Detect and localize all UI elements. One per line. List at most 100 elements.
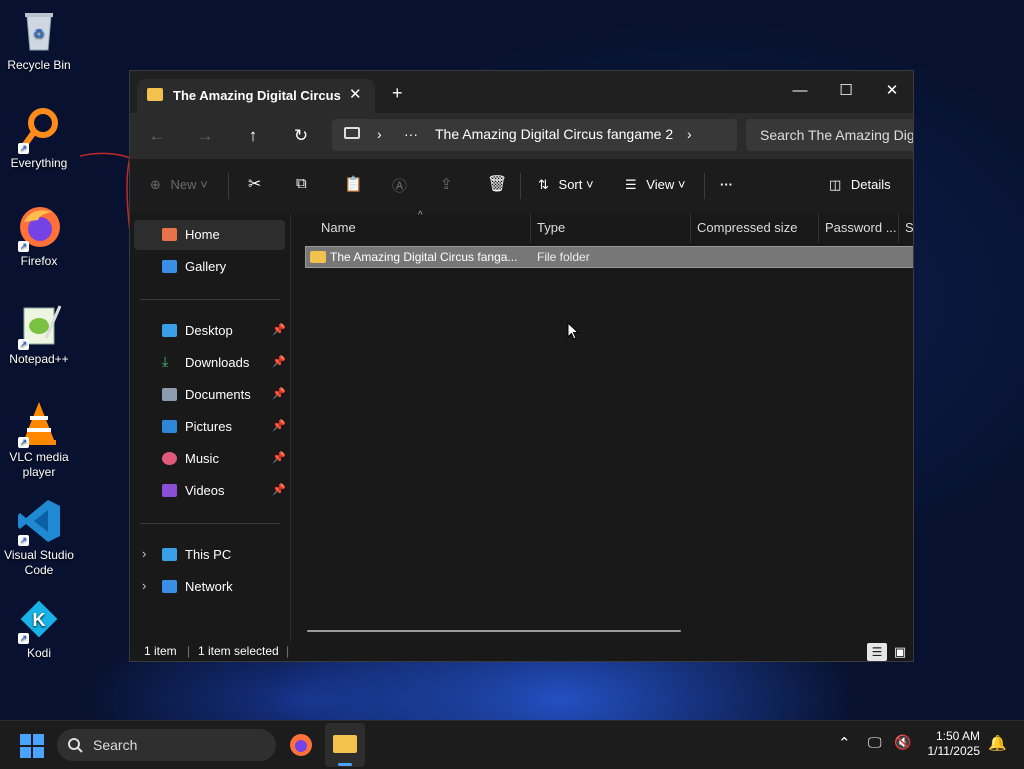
sort-icon: ⇅ <box>538 177 549 192</box>
firefox-taskbar-icon[interactable] <box>289 733 313 757</box>
tab-current-folder[interactable]: The Amazing Digital Circus far ✕ <box>137 79 375 113</box>
everything-icon: ↗ <box>16 106 62 154</box>
minimize-button[interactable]: — <box>777 77 823 105</box>
expand-chevron-icon[interactable]: › <box>142 578 146 593</box>
back-arrow-icon[interactable]: ← <box>143 123 171 149</box>
table-row[interactable]: The Amazing Digital Circus fanga... File… <box>305 246 913 268</box>
column-separator[interactable] <box>690 214 691 242</box>
pin-icon: 📌 <box>272 356 286 368</box>
nav-divider <box>140 299 280 300</box>
column-separator[interactable] <box>898 214 899 242</box>
file-explorer-window: The Amazing Digital Circus far ✕ + — ☐ ✕… <box>129 70 914 662</box>
svg-text:♻: ♻ <box>33 26 45 41</box>
nav-item-videos[interactable]: Videos 📌 <box>134 476 286 506</box>
maximize-button[interactable]: ☐ <box>823 77 869 105</box>
new-tab-button[interactable]: + <box>392 84 403 102</box>
desktop-icon-vlc[interactable]: ↗ VLC media player <box>0 400 78 480</box>
column-header-type[interactable]: Type <box>537 214 565 242</box>
show-hidden-icons-chevron-icon[interactable]: ⌃ <box>838 734 851 752</box>
rename-icon[interactable]: Ⓐ <box>392 175 407 196</box>
copy-icon[interactable]: ⧉ <box>296 175 307 192</box>
svg-text:K: K <box>33 610 46 630</box>
search-box[interactable]: Search The Amazing Digi <box>746 119 913 151</box>
desktop-icon-notepad-plus-plus[interactable]: ↗ Notepad++ <box>0 302 78 367</box>
breadcrumb-separator-icon[interactable]: › <box>377 126 382 142</box>
clock[interactable]: 1:50 AM 1/11/2025 <box>928 729 981 759</box>
up-arrow-icon[interactable]: ↑ <box>239 123 267 149</box>
pin-icon: 📌 <box>272 324 286 336</box>
nav-item-pictures[interactable]: Pictures 📌 <box>134 412 286 442</box>
command-bar: ⊕ New ˅ ✂ ⧉ 📋 Ⓐ ⇪ 🗑 ⇅ Sort ˅ ☰ View ˅ ··… <box>130 159 913 215</box>
desktop-icon-vscode[interactable]: ↗ Visual Studio Code <box>0 498 78 578</box>
shortcut-arrow-icon: ↗ <box>18 143 29 154</box>
file-explorer-taskbar-button[interactable] <box>325 723 365 767</box>
details-view-icon[interactable]: ☰ <box>867 643 887 661</box>
nav-item-downloads[interactable]: ⤓ Downloads 📌 <box>134 348 286 378</box>
view-label: View <box>646 177 675 192</box>
cut-icon[interactable]: ✂ <box>248 174 261 194</box>
nav-item-gallery[interactable]: Gallery <box>134 252 285 282</box>
breadcrumb-current-folder[interactable]: The Amazing Digital Circus fangame 2 <box>435 126 673 142</box>
nav-item-this-pc[interactable]: › This PC <box>134 540 285 570</box>
large-icons-view-icon[interactable]: ▣ <box>890 643 910 661</box>
new-button[interactable]: ⊕ New ˅ <box>150 177 208 193</box>
desktop-icon-kodi[interactable]: K ↗ Kodi <box>0 596 78 661</box>
nav-item-documents[interactable]: Documents 📌 <box>134 380 286 410</box>
this-pc-icon <box>162 548 177 561</box>
close-window-button[interactable]: ✕ <box>869 77 913 105</box>
desktop-icon-recycle-bin[interactable]: ♻ Recycle Bin <box>0 8 78 73</box>
close-tab-icon[interactable]: ✕ <box>349 85 362 103</box>
share-icon[interactable]: ⇪ <box>440 175 453 193</box>
desktop-icon-everything[interactable]: ↗ Everything <box>0 106 78 171</box>
breadcrumb-more-button[interactable]: ··· <box>404 126 418 142</box>
nav-divider <box>140 523 280 524</box>
forward-arrow-icon[interactable]: → <box>191 123 219 149</box>
folder-icon <box>310 251 326 263</box>
volume-muted-icon[interactable]: 🔇 <box>894 734 911 751</box>
refresh-icon[interactable]: ↻ <box>287 123 315 149</box>
taskbar-search-box[interactable]: Search <box>57 729 276 761</box>
column-header-size[interactable]: Si <box>905 214 913 242</box>
nav-label: Pictures <box>185 419 232 434</box>
delete-icon[interactable]: 🗑 <box>487 174 507 194</box>
expand-chevron-icon[interactable]: › <box>142 546 146 561</box>
nav-label: Music <box>185 451 219 466</box>
firefox-icon: ↗ <box>16 204 62 252</box>
windows-start-icon[interactable] <box>20 734 44 758</box>
column-header-password[interactable]: Password ... <box>825 214 897 242</box>
address-bar[interactable]: › ··· The Amazing Digital Circus fangame… <box>332 119 737 151</box>
column-header-compressed-size[interactable]: Compressed size <box>697 214 797 242</box>
view-button[interactable]: ☰ View ˅ <box>625 177 685 193</box>
column-separator[interactable] <box>530 214 531 242</box>
music-icon <box>162 452 177 465</box>
network-status-icon[interactable]: 🖵 <box>868 734 882 751</box>
nav-label: Documents <box>185 387 251 402</box>
plus-circle-icon: ⊕ <box>150 177 161 192</box>
nav-item-network[interactable]: › Network <box>134 572 285 602</box>
nav-item-desktop[interactable]: Desktop 📌 <box>134 316 286 346</box>
this-pc-icon <box>344 127 360 139</box>
details-button[interactable]: ◫ Details <box>829 177 891 193</box>
notification-bell-icon[interactable]: 🔔 <box>988 734 1007 752</box>
separator <box>704 173 705 199</box>
desktop-icon-firefox[interactable]: ↗ Firefox <box>0 204 78 269</box>
gallery-icon <box>162 260 177 273</box>
sort-label: Sort <box>558 177 583 192</box>
notepad-plus-plus-icon: ↗ <box>16 302 62 350</box>
vscode-icon: ↗ <box>16 498 62 546</box>
sort-button[interactable]: ⇅ Sort ˅ <box>538 177 594 193</box>
chevron-down-icon: ˅ <box>677 177 686 192</box>
nav-label: Network <box>185 579 233 594</box>
nav-item-music[interactable]: Music 📌 <box>134 444 286 474</box>
downloads-icon: ⤓ <box>162 353 169 369</box>
breadcrumb-chevron-icon[interactable]: › <box>687 126 692 142</box>
status-bar: 1 item | 1 item selected | ☰ ▣ <box>130 642 913 661</box>
status-separator: | <box>187 644 191 658</box>
nav-item-home[interactable]: Home <box>134 220 285 250</box>
horizontal-scrollbar[interactable] <box>307 630 681 632</box>
paste-icon[interactable]: 📋 <box>344 175 363 193</box>
see-more-button[interactable]: ··· <box>720 177 733 192</box>
column-separator[interactable] <box>818 214 819 242</box>
clock-date: 1/11/2025 <box>927 744 981 758</box>
column-header-name[interactable]: Name <box>321 214 356 242</box>
